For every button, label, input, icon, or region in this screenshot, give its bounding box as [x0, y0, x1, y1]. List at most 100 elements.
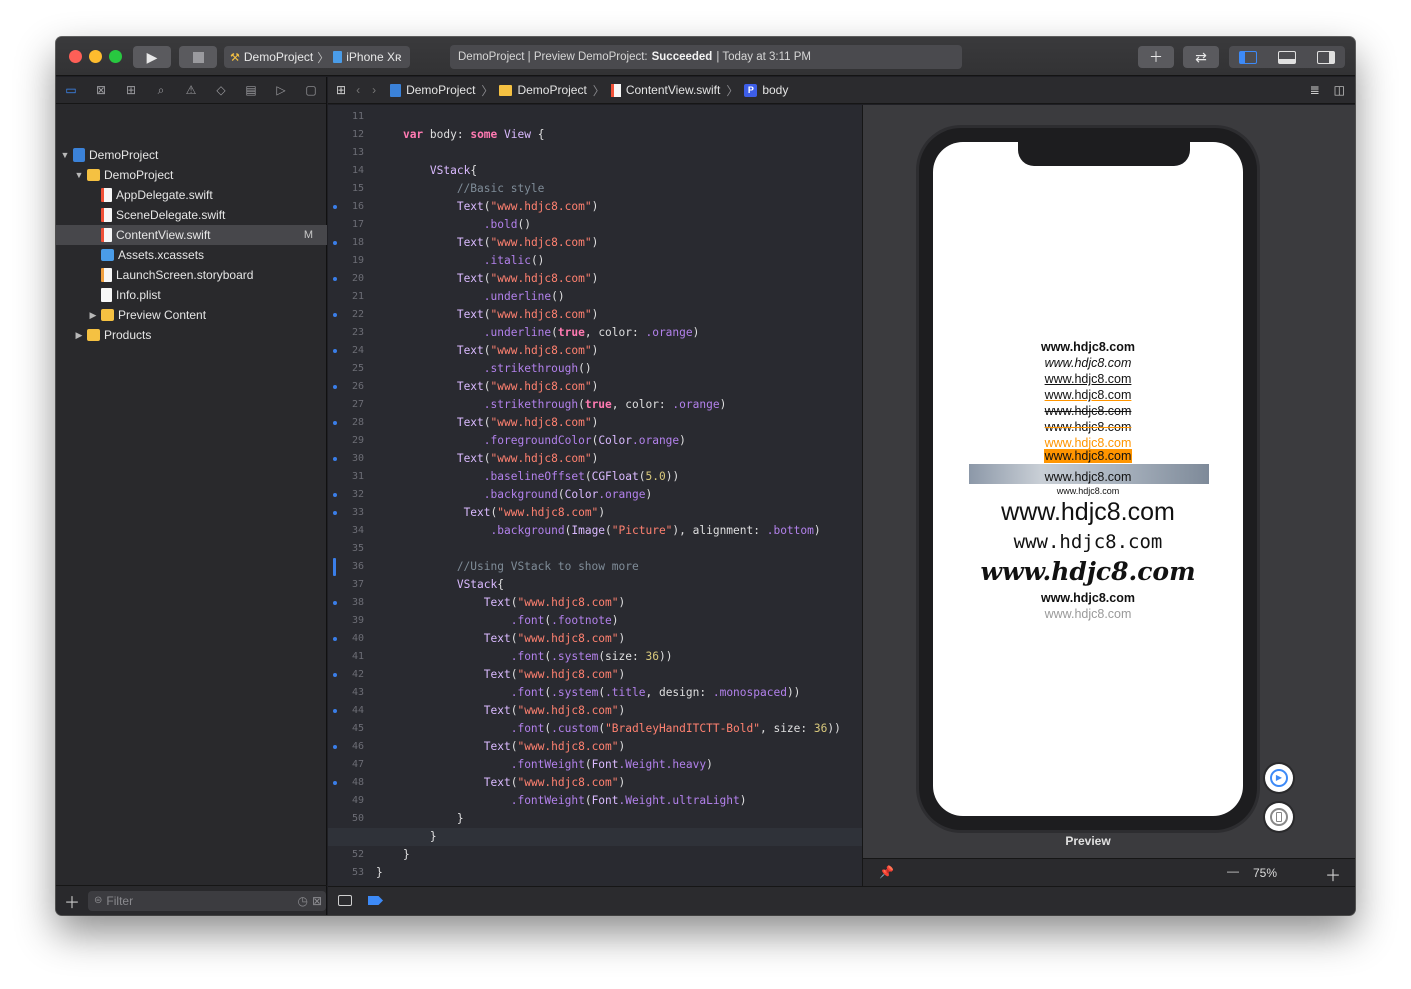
tree-item-contentview[interactable]: ContentView.swift M — [56, 225, 327, 245]
disclosure-closed-icon[interactable]: ▶ — [88, 310, 98, 321]
code-line[interactable]: .baselineOffset(CGFloat(5.0)) — [376, 468, 679, 486]
test-icon[interactable]: ◇ — [212, 81, 230, 99]
breadcrumb-file[interactable]: ContentView.swift — [610, 83, 720, 97]
code-line[interactable]: Text("www.hdjc8.com") — [376, 378, 599, 396]
debug-bar — [328, 886, 1355, 915]
zoom-in-icon[interactable]: ＋ — [1325, 862, 1341, 886]
code-line[interactable]: .font(.system(size: 36)) — [376, 648, 673, 666]
code-line[interactable]: } — [376, 828, 437, 846]
code-line[interactable]: .fontWeight(Font.Weight.ultraLight) — [376, 792, 747, 810]
editor-options-icon[interactable]: ≣ — [1310, 83, 1320, 97]
breadcrumb-project[interactable]: DemoProject — [390, 83, 475, 97]
source-editor[interactable]: 11 12 13 14 15 16 17 18 19 20 21 22 23 24 25 26 27 28 29 30… — [328, 105, 862, 886]
tree-item-group[interactable]: ▼ DemoProject — [56, 165, 327, 185]
code-line[interactable]: .bold() — [376, 216, 531, 234]
code-line[interactable]: VStack{ — [376, 576, 504, 594]
report-icon[interactable]: ▢ — [302, 81, 320, 99]
navigator-toggle-icon[interactable] — [1239, 50, 1258, 64]
hide-debug-area-icon[interactable] — [338, 895, 352, 906]
zoom-out-icon[interactable]: — — [1227, 864, 1239, 878]
change-indicator — [333, 601, 337, 605]
recent-files-icon[interactable]: ◷ — [297, 894, 307, 908]
code-line[interactable]: //Using VStack to show more — [376, 558, 639, 576]
code-line[interactable]: Text("www.hdjc8.com") — [376, 198, 599, 216]
code-line[interactable]: Text("www.hdjc8.com") — [376, 234, 599, 252]
source-control-icon[interactable]: ⊠ — [92, 81, 110, 99]
tree-item-products[interactable]: ▶ Products — [56, 325, 327, 345]
code-line[interactable]: .background(Color.orange) — [376, 486, 652, 504]
code-line[interactable]: .italic() — [376, 252, 545, 270]
code-line[interactable]: Text("www.hdjc8.com") — [376, 450, 599, 468]
debug-icon[interactable]: ▤ — [242, 81, 260, 99]
preview-on-device-button[interactable] — [1265, 803, 1293, 831]
code-line[interactable]: Text("www.hdjc8.com") — [376, 594, 626, 612]
code-line[interactable]: Text("www.hdjc8.com") — [376, 666, 626, 684]
code-line[interactable]: .font(.custom("BradleyHandITCTT-Bold", s… — [376, 720, 841, 738]
code-line[interactable]: Text("www.hdjc8.com") — [376, 342, 599, 360]
close-window-button[interactable] — [69, 50, 82, 63]
code-line[interactable]: .background(Image("Picture"), alignment:… — [376, 522, 821, 540]
breakpoints-toggle-icon[interactable] — [368, 896, 383, 905]
code-line[interactable]: .fontWeight(Font.Weight.heavy) — [376, 756, 713, 774]
code-line[interactable]: .underline(true, color: .orange) — [376, 324, 700, 342]
symbol-icon[interactable]: ⊞ — [122, 81, 140, 99]
disclosure-open-icon[interactable]: ▼ — [74, 170, 84, 180]
add-editor-icon[interactable]: ◫ — [1334, 83, 1345, 97]
library-button[interactable]: ＋ — [1138, 46, 1174, 68]
stop-button[interactable] — [179, 46, 217, 68]
tree-item-appdelegate[interactable]: AppDelegate.swift — [56, 185, 327, 205]
hammer-icon: ⚒ — [230, 51, 240, 64]
code-line[interactable]: .font(.system(.title, design: .monospace… — [376, 684, 801, 702]
preview-text-strikethrough-span: www.hdjc8.com — [1044, 404, 1132, 418]
code-line[interactable]: .foregroundColor(Color.orange) — [376, 432, 686, 450]
code-line[interactable]: Text("www.hdjc8.com") — [376, 504, 606, 522]
run-button[interactable]: ▶ — [133, 46, 171, 68]
debug-area-toggle-icon[interactable] — [1277, 50, 1296, 64]
scheme-selector[interactable]: ⚒ DemoProject 〉 iPhone Xʀ — [224, 46, 410, 68]
code-line[interactable]: Text("www.hdjc8.com") — [376, 774, 626, 792]
code-line[interactable]: .strikethrough() — [376, 360, 592, 378]
forward-icon[interactable]: › — [372, 83, 376, 97]
minimize-window-button[interactable] — [89, 50, 102, 63]
code-line[interactable]: Text("www.hdjc8.com") — [376, 702, 626, 720]
related-items-icon[interactable]: ⊞ — [336, 83, 346, 97]
code-line[interactable]: Text("www.hdjc8.com") — [376, 414, 599, 432]
folder-icon[interactable]: ▭ — [62, 81, 80, 99]
code-line[interactable]: .strikethrough(true, color: .orange) — [376, 396, 727, 414]
tree-item-assets[interactable]: Assets.xcassets — [56, 245, 327, 265]
source-control-filter-icon[interactable]: ⊠ — [312, 894, 322, 908]
tree-item-root-project[interactable]: ▼ DemoProject — [56, 145, 327, 165]
breadcrumb-symbol[interactable]: P body — [744, 83, 788, 97]
code-line[interactable]: Text("www.hdjc8.com") — [376, 738, 626, 756]
tree-item-preview-content[interactable]: ▶ Preview Content — [56, 305, 327, 325]
add-file-icon[interactable]: ＋ — [64, 889, 80, 913]
plus-icon: ＋ — [1149, 49, 1163, 65]
code-line[interactable]: .underline() — [376, 288, 565, 306]
tree-item-launchscreen[interactable]: LaunchScreen.storyboard — [56, 265, 327, 285]
tree-item-infoplist[interactable]: Info.plist — [56, 285, 327, 305]
disclosure-open-icon[interactable]: ▼ — [60, 150, 70, 160]
code-line[interactable]: var body: some View { — [376, 126, 545, 144]
code-line[interactable]: Text("www.hdjc8.com") — [376, 306, 599, 324]
code-line[interactable]: } — [376, 864, 383, 882]
disclosure-closed-icon[interactable]: ▶ — [74, 330, 84, 341]
breadcrumb-group[interactable]: DemoProject — [499, 83, 587, 97]
code-line[interactable]: Text("www.hdjc8.com") — [376, 270, 599, 288]
code-line[interactable]: VStack{ — [376, 162, 477, 180]
breakpoint-icon[interactable]: ▷ — [272, 81, 290, 99]
pin-icon[interactable]: 📌 — [879, 865, 894, 879]
code-line[interactable]: Text("www.hdjc8.com") — [376, 630, 626, 648]
code-line[interactable]: } — [376, 810, 464, 828]
tree-item-scenedelegate[interactable]: SceneDelegate.swift — [56, 205, 327, 225]
filter-field[interactable]: ⊜ Filter ◷ ⊠ — [88, 890, 327, 911]
back-icon[interactable]: ‹ — [356, 83, 360, 97]
warning-icon[interactable]: ⚠ — [182, 81, 200, 99]
search-icon[interactable]: ⌕ — [152, 81, 170, 99]
inspector-toggle-icon[interactable] — [1316, 50, 1335, 64]
code-line[interactable]: //Basic style — [376, 180, 545, 198]
zoom-window-button[interactable] — [109, 50, 122, 63]
code-line[interactable]: } — [376, 846, 410, 864]
code-review-button[interactable]: ⇄ — [1183, 46, 1219, 68]
live-preview-button[interactable]: ▶ — [1265, 764, 1293, 792]
code-line[interactable]: .font(.footnote) — [376, 612, 619, 630]
